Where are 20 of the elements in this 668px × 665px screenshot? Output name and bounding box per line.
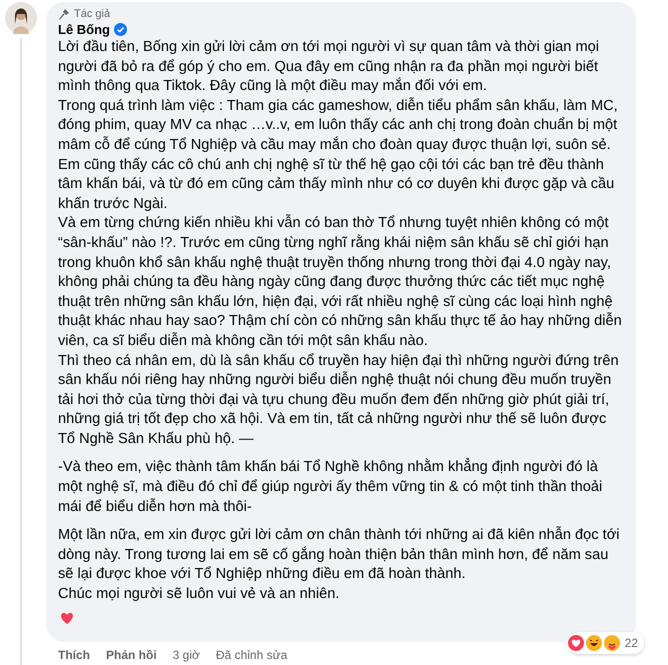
comment-paragraph: Một lần nữa, em xin được gửi lời cảm ơn chân thành tới những ai đã kiên nhẫn đọc tới dòng này. Trong tương lai em sẽ cố gắng hoàn thiện bản thân mình hơn, để năm sau sẽ lại được khoe với Tổ Nghiệp những điều em đã hoàn thành.	[58, 526, 621, 584]
reaction-count: 22	[624, 636, 638, 650]
comment-action-link[interactable]: Phản hồi	[106, 648, 157, 662]
verified-icon	[114, 23, 127, 36]
author-label: Tác giả	[74, 8, 110, 20]
reaction-summary[interactable]: 22	[568, 632, 644, 654]
author-name[interactable]: Lê Bống	[58, 22, 110, 37]
edited-label: Đã chỉnh sửa	[216, 648, 288, 662]
comment-time[interactable]: 3 giờ	[172, 648, 200, 662]
avatar[interactable]	[5, 2, 37, 34]
heart-reaction-icon	[566, 634, 585, 652]
comment-paragraph: Và em từng chứng kiến nhiều khi vẫn có ban thờ Tổ nhưng tuyệt nhiên không có một “sân-khấu” nào !?. Trước em cũng từng nghĩ rằng khái niệm sân khấu sẽ chỉ giới hạn trong khuôn khổ sân khấu nghệ thuật truyền thống nhưng trong thời đại 4.0 ngày nay, không phải chúng ta đều hàng ngày cũng đang được thưởng thức các tiết mục nghệ thuật trên những sân khấu lớn, hiện đại, với rất nhiều nghệ sĩ cùng các loại hình nghệ thuật khác nhau hay sao? Thậm chí còn có những sân khấu thực tế ảo hay những diễn viên, ca sĩ biểu diễn mà không cần tới một sân khấu nào.	[58, 214, 623, 351]
hugging-face-icon	[602, 634, 621, 652]
comment-paragraph: Trong quá trình làm việc : Tham gia các gameshow, diễn tiểu phẩm sân khấu, làm MC, đóng phim, quay MV ca nhạc …v..v, em luôn thấy các anh chị trong đoàn chuẩn bị một mâm cỗ để cúng Tổ Nghiệp và cầu may mắn cho đoàn quay được thuận lợi, suôn sẻ. Em cũng thấy các cô chú anh chị nghệ sĩ từ thế hệ gạo cội tới các bạn trẻ đều thành tâm khấn bái, và từ đó em cũng cảm thấy mình như có cơ duyên khi được gặp và cầu khấn trước Ngài.	[58, 96, 619, 214]
comment-paragraph: Chúc mọi người sẽ luôn vui vẻ và an nhiên.	[58, 585, 340, 604]
comment-paragraph: -Và theo em, việc thành tâm khấn bái Tổ Nghề không nhằm khẳng định người đó là một nghệ sĩ, mà điều đó chỉ để giúp người ấy thêm vững tin & có một tinh thần thoải mái để biểu diễn hơn mà thôi-	[58, 458, 604, 517]
laughing-face-icon	[584, 634, 603, 652]
comment-action-link[interactable]: Thích	[58, 648, 90, 662]
comment-paragraph: Lời đầu tiên, Bống xin gửi lời cảm ơn tới mọi người vì sự quan tâm và thời gian mọi người đã bỏ ra để góp ý cho em. Qua đây em cũng nhận ra đa phần mọi người biết mình thông qua Tiktok. Đây cũng là một điều may mắn đối với em.	[58, 38, 600, 96]
comment-paragraph: Thì theo cá nhân em, dù là sân khấu cổ truyền hay hiện đại thì những người đứng trên sân khấu nói riêng hay những người biểu diễn nghệ thuật nói chung đều muốn truyền tải hơi thở của từng thời đại và tựu chung đều muốn đem đến những giờ phút giải trí, những giá trị tốt đẹp cho xã hội. Và em tin, tất cả những người như thế sẽ luôn được Tổ Nghề Sân Khấu phù hộ. —	[58, 352, 620, 449]
